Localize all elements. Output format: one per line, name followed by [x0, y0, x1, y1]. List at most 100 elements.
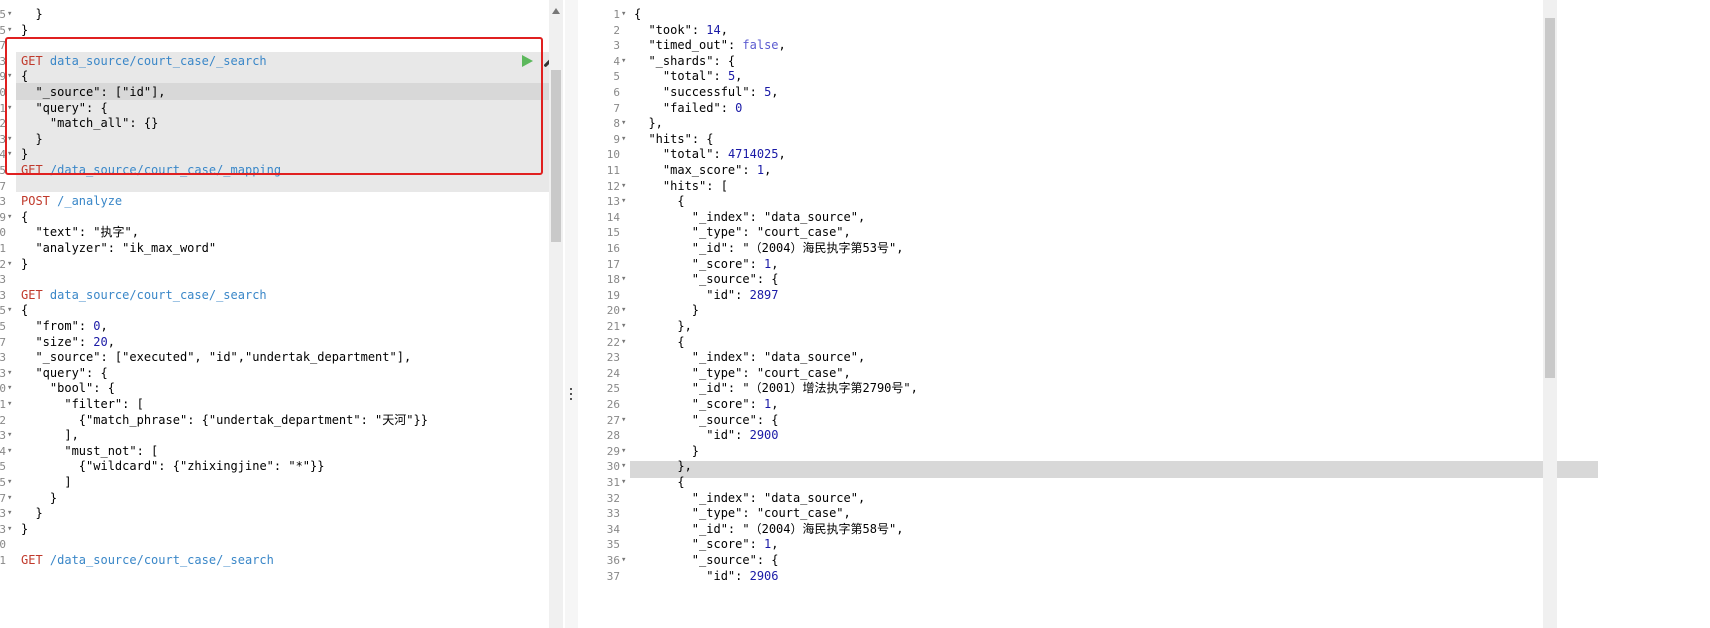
- code-line[interactable]: "max_score": 1,: [634, 162, 771, 179]
- response-viewer-pane[interactable]: 1 ▾{2 "took": 14, 3 "timed_out": false, 4 ▾ …: [578, 0, 1710, 628]
- code-line[interactable]: "_type": "court_case",: [634, 365, 851, 382]
- code-line[interactable]: POST /_analyze: [21, 193, 122, 210]
- code-token: }: [21, 521, 29, 536]
- code-line[interactable]: "hits": [: [634, 178, 728, 195]
- fold-toggle-icon[interactable]: ▾: [7, 521, 12, 538]
- fold-toggle-icon[interactable]: ▾: [621, 115, 626, 132]
- code-line[interactable]: },: [634, 115, 662, 132]
- code-line[interactable]: "total": 5,: [634, 68, 743, 85]
- fold-toggle-icon[interactable]: ▾: [621, 6, 626, 23]
- fold-toggle-icon[interactable]: ▾: [7, 505, 12, 522]
- code-line[interactable]: "_type": "court_case",: [634, 224, 851, 241]
- pane-splitter[interactable]: [565, 0, 578, 628]
- code-line[interactable]: "_score": 1,: [634, 536, 779, 553]
- fold-toggle-icon[interactable]: ▾: [621, 334, 626, 351]
- request-editor-pane[interactable]: 5 ▾ } 5 ▾} 7 3 GET data_source/court_case/_sea…: [0, 0, 565, 628]
- fold-toggle-icon[interactable]: ▾: [7, 443, 12, 460]
- code-line[interactable]: }: [634, 302, 699, 319]
- code-line[interactable]: {"match_phrase": {"undertak_department":…: [21, 412, 428, 429]
- code-line[interactable]: "_id": "（2001）增法执字第2790号",: [634, 380, 918, 397]
- code-line[interactable]: "size": 20,: [21, 334, 115, 351]
- code-line[interactable]: "took": 14,: [634, 22, 728, 39]
- code-line[interactable]: }: [21, 521, 28, 538]
- code-line[interactable]: "_source": {: [634, 412, 779, 429]
- fold-toggle-icon[interactable]: ▾: [7, 474, 12, 491]
- fold-toggle-icon[interactable]: ▾: [621, 271, 626, 288]
- code-line[interactable]: "_id": "（2004）海民执字第53号",: [634, 240, 904, 257]
- request-editor-scrollbar[interactable]: [549, 0, 563, 628]
- code-line[interactable]: "_score": 1,: [634, 396, 779, 413]
- code-line[interactable]: "timed_out": false,: [634, 37, 785, 54]
- code-line[interactable]: "id": 2906: [634, 568, 778, 585]
- fold-toggle-icon[interactable]: ▾: [621, 131, 626, 148]
- code-line[interactable]: {: [21, 302, 28, 319]
- fold-toggle-icon[interactable]: ▾: [7, 427, 12, 444]
- code-line[interactable]: "_type": "court_case",: [634, 505, 851, 522]
- code-line[interactable]: "successful": 5,: [634, 84, 779, 101]
- code-line[interactable]: "_source": {: [634, 552, 779, 569]
- fold-toggle-icon[interactable]: ▾: [7, 256, 12, 273]
- code-line[interactable]: GET /data_source/court_case/_search: [21, 552, 274, 569]
- code-line[interactable]: ]: [21, 474, 71, 491]
- code-line[interactable]: "must_not": [: [21, 443, 158, 460]
- fold-toggle-icon[interactable]: ▾: [621, 552, 626, 569]
- code-line[interactable]: "filter": [: [21, 396, 143, 413]
- code-line[interactable]: "_score": 1,: [634, 256, 779, 273]
- response-scroll-thumb[interactable]: [1545, 18, 1555, 378]
- fold-toggle-icon[interactable]: ▾: [7, 302, 12, 319]
- code-line[interactable]: },: [634, 318, 691, 335]
- code-line[interactable]: }: [634, 443, 699, 460]
- code-line[interactable]: "_id": "（2004）海民执字第58号",: [634, 521, 904, 538]
- fold-toggle-icon[interactable]: ▾: [7, 396, 12, 413]
- code-line[interactable]: {: [634, 334, 684, 351]
- fold-toggle-icon[interactable]: ▾: [7, 209, 12, 226]
- code-line[interactable]: {: [634, 193, 684, 210]
- fold-toggle-icon[interactable]: ▾: [621, 474, 626, 491]
- code-line[interactable]: }: [21, 256, 28, 273]
- code-line[interactable]: "id": 2897: [634, 287, 778, 304]
- fold-toggle-icon[interactable]: ▾: [621, 443, 626, 460]
- code-line[interactable]: "_source": {: [634, 271, 779, 288]
- code-line[interactable]: ],: [21, 427, 78, 444]
- scroll-up-arrow-icon[interactable]: [552, 8, 560, 14]
- code-line[interactable]: "from": 0,: [21, 318, 107, 335]
- code-line[interactable]: }: [21, 490, 57, 507]
- code-line[interactable]: "_index": "data_source",: [634, 209, 865, 226]
- fold-toggle-icon[interactable]: ▾: [7, 365, 12, 382]
- fold-toggle-icon[interactable]: ▾: [621, 318, 626, 335]
- code-line[interactable]: GET data_source/court_case/_search: [21, 287, 267, 304]
- code-line[interactable]: {: [634, 6, 641, 23]
- code-line[interactable]: {: [634, 474, 684, 491]
- fold-toggle-icon[interactable]: ▾: [621, 458, 626, 475]
- code-line[interactable]: "bool": {: [21, 380, 115, 397]
- fold-toggle-icon[interactable]: ▾: [621, 178, 626, 195]
- fold-toggle-icon[interactable]: ▾: [621, 302, 626, 319]
- code-line[interactable]: "failed": 0: [634, 100, 742, 117]
- fold-toggle-icon[interactable]: ▾: [621, 193, 626, 210]
- code-line[interactable]: "_shards": {: [634, 53, 735, 70]
- code-line[interactable]: "analyzer": "ik_max_word": [21, 240, 216, 257]
- code-token: "court_case": [756, 225, 844, 240]
- fold-toggle-icon[interactable]: ▾: [7, 380, 12, 397]
- code-line[interactable]: "query": {: [21, 365, 107, 382]
- code-line[interactable]: "hits": {: [634, 131, 713, 148]
- code-line[interactable]: "_index": "data_source",: [634, 349, 865, 366]
- fold-toggle-icon[interactable]: ▾: [7, 6, 12, 23]
- fold-toggle-icon[interactable]: ▾: [621, 53, 626, 70]
- code-line[interactable]: {: [21, 209, 28, 226]
- request-editor-scroll-thumb[interactable]: [551, 70, 561, 242]
- code-line[interactable]: }: [21, 505, 42, 522]
- code-line[interactable]: },: [634, 458, 691, 475]
- code-line[interactable]: {"wildcard": {"zhixingjine": "*"}}: [21, 458, 325, 475]
- code-line[interactable]: "text": "执字",: [21, 224, 139, 241]
- response-viewer-code[interactable]: 1 ▾{2 "took": 14, 3 "timed_out": false, 4 ▾ …: [578, 0, 1546, 628]
- code-line[interactable]: "id": 2900: [634, 427, 778, 444]
- code-line[interactable]: }: [21, 6, 42, 23]
- code-line[interactable]: "total": 4714025,: [634, 146, 786, 163]
- response-scrollbar[interactable]: [1543, 0, 1557, 628]
- code-line[interactable]: "_source": ["executed", "id","undertak_d…: [21, 349, 411, 366]
- code-line[interactable]: "_index": "data_source",: [634, 490, 865, 507]
- play-icon[interactable]: [521, 54, 534, 68]
- fold-toggle-icon[interactable]: ▾: [7, 490, 12, 507]
- fold-toggle-icon[interactable]: ▾: [621, 412, 626, 429]
